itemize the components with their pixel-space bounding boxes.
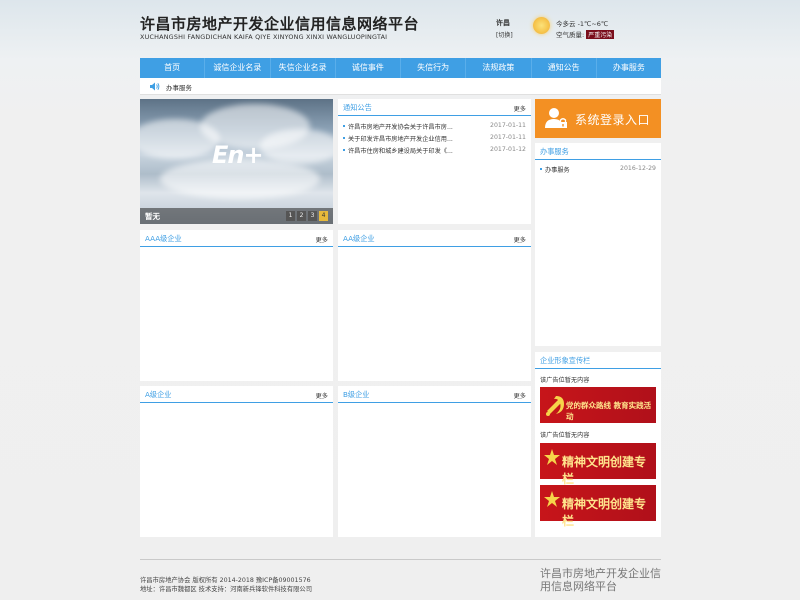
ad-empty-label: 该广告位暂无内容 (540, 432, 590, 439)
flag-star-icon (544, 449, 560, 465)
site-title: 许昌市房地产开发企业信用信息网络平台 (140, 15, 420, 33)
notices-title: 通知公告 (343, 103, 372, 112)
nav-item-discredit-list[interactable]: 失信企业名录 (271, 58, 336, 78)
ad-empty-label: 该广告位暂无内容 (540, 377, 590, 384)
a-title: A级企业 (145, 390, 172, 399)
panel-header: 通知公告 更多 (338, 99, 531, 116)
slide-caption-bar: 暂无 1 2 3 4 (140, 208, 333, 224)
footer-logo-text: 许昌市房地产开发企业信用信息网络平台 (540, 567, 661, 593)
slideshow[interactable]: En+ 暂无 1 2 3 4 (140, 99, 333, 224)
party-banner-text: 党的群众路线 教育实践活动 (566, 401, 652, 421)
sun-weather-icon (533, 17, 550, 34)
login-label[interactable]: 系统登录入口 (575, 111, 650, 128)
bullet (343, 125, 345, 127)
aaa-panel: AAA级企业 更多 (140, 230, 333, 381)
notice-date: 2017-01-12 (490, 146, 526, 153)
b-title: B级企业 (343, 390, 370, 399)
services-panel: 办事服务 办事服务 2016-12-29 (535, 143, 661, 346)
a-more-link[interactable]: 更多 (316, 391, 328, 400)
footer-divider (140, 559, 661, 560)
list-item[interactable]: 许昌市房地产开发协会关于许昌市房... 2017-01-11 (343, 120, 526, 132)
notice-title[interactable]: 许昌市住房和城乡建设局关于印发《... (348, 146, 453, 155)
b-panel: B级企业 更多 (338, 386, 531, 537)
civilization-banner[interactable]: 精神文明创建专栏 (540, 485, 656, 528)
a-panel: A级企业 更多 (140, 386, 333, 537)
aaa-title: AAA级企业 (145, 234, 182, 243)
aaa-more-link[interactable]: 更多 (316, 235, 328, 244)
notices-panel: 通知公告 更多 许昌市房地产开发协会关于许昌市房... 2017-01-11 关… (338, 99, 531, 224)
flag-star-icon (544, 491, 560, 507)
current-city: 许昌 (496, 19, 510, 27)
notice-title[interactable]: 许昌市房地产开发协会关于许昌市房... (348, 122, 453, 131)
slide-page-button-active[interactable]: 4 (319, 211, 328, 221)
slide-pager: 1 2 3 4 (286, 211, 328, 221)
air-quality: 空气质量: 严重污染 (556, 29, 615, 39)
footer-copyright: 许昌市房地产协会 版权所有 2014-2018 豫ICP备09001576 (140, 577, 311, 584)
civilization-banner[interactable]: 精神文明创建专栏 (540, 443, 656, 486)
nav-item-services[interactable]: 办事服务 (597, 58, 661, 78)
notices-more-link[interactable]: 更多 (514, 104, 526, 113)
civilization-banner-text: 精神文明创建专栏 (562, 455, 647, 486)
service-date: 2016-12-29 (620, 165, 656, 172)
city-switch-link[interactable]: [切换] (496, 30, 513, 39)
slide-page-button[interactable]: 3 (308, 211, 317, 221)
cloud-shape (260, 129, 333, 164)
list-item[interactable]: 许昌市住房和城乡建设局关于印发《... 2017-01-12 (343, 144, 526, 156)
notice-date: 2017-01-11 (490, 122, 526, 129)
air-quality-label: 空气质量: (556, 31, 585, 39)
slide-page-button[interactable]: 1 (286, 211, 295, 221)
panel-header: AAA级企业 更多 (140, 230, 333, 247)
panel-header: A级企业 更多 (140, 386, 333, 403)
speaker-icon (150, 82, 160, 91)
bullet (343, 137, 345, 139)
weather-text: 今多云 -1℃~6℃ (556, 20, 609, 28)
nav-item-credit-list[interactable]: 诚信企业名录 (205, 58, 271, 78)
nav-item-notices[interactable]: 通知公告 (532, 58, 597, 78)
list-item[interactable]: 办事服务 2016-12-29 (540, 163, 656, 175)
login-button[interactable]: 系统登录入口 (535, 99, 661, 138)
announcement-text[interactable]: 办事服务 (166, 82, 192, 92)
bullet (540, 168, 542, 170)
promo-title: 企业形象宣传栏 (540, 356, 591, 365)
aa-title: AA级企业 (343, 234, 375, 243)
aa-more-link[interactable]: 更多 (514, 235, 526, 244)
slide-page-button[interactable]: 2 (297, 211, 306, 221)
b-more-link[interactable]: 更多 (514, 391, 526, 400)
air-quality-badge: 严重污染 (586, 30, 615, 39)
panel-header: 企业形象宣传栏 (535, 352, 661, 369)
site-subtitle: XUCHANGSHI FANGDICHAN KAIFA QIYE XINYONG… (140, 33, 388, 41)
slide-logo: En+ (212, 141, 264, 169)
main-nav: 首页 诚信企业名录 失信企业名录 诚信事件 失信行为 法规政策 通知公告 办事服… (140, 58, 661, 78)
nav-item-credit-events[interactable]: 诚信事件 (336, 58, 401, 78)
list-item[interactable]: 关于印发许昌市房地产开发企业信用... 2017-01-11 (343, 132, 526, 144)
site-header: 许昌市房地产开发企业信用信息网络平台 XUCHANGSHI FANGDICHAN… (140, 0, 661, 56)
aa-panel: AA级企业 更多 (338, 230, 531, 381)
service-title[interactable]: 办事服务 (545, 165, 570, 174)
panel-header: 办事服务 (535, 143, 661, 160)
bullet (343, 149, 345, 151)
panel-header: AA级企业 更多 (338, 230, 531, 247)
civilization-banner-text: 精神文明创建专栏 (562, 497, 647, 528)
nav-item-home[interactable]: 首页 (140, 58, 206, 78)
nav-item-regulations[interactable]: 法规政策 (466, 58, 532, 78)
party-banner[interactable]: 党的群众路线 教育实践活动 (540, 387, 656, 423)
notice-date: 2017-01-11 (490, 134, 526, 141)
user-lock-icon (545, 108, 567, 128)
nav-item-discredit-acts[interactable]: 失信行为 (401, 58, 467, 78)
services-title: 办事服务 (540, 147, 569, 156)
announcement-bar: 办事服务 (140, 78, 661, 95)
notice-title[interactable]: 关于印发许昌市房地产开发企业信用... (348, 134, 453, 143)
slide-caption: 暂无 (145, 212, 160, 221)
footer-address: 地址：许昌市魏都区 技术支持：河南新兵锋软件科技有限公司 (140, 586, 313, 593)
panel-header: B级企业 更多 (338, 386, 531, 403)
promo-panel: 企业形象宣传栏 该广告位暂无内容 党的群众路线 教育实践活动 该广告位暂无内容 … (535, 352, 661, 537)
party-emblem-icon (546, 396, 564, 416)
